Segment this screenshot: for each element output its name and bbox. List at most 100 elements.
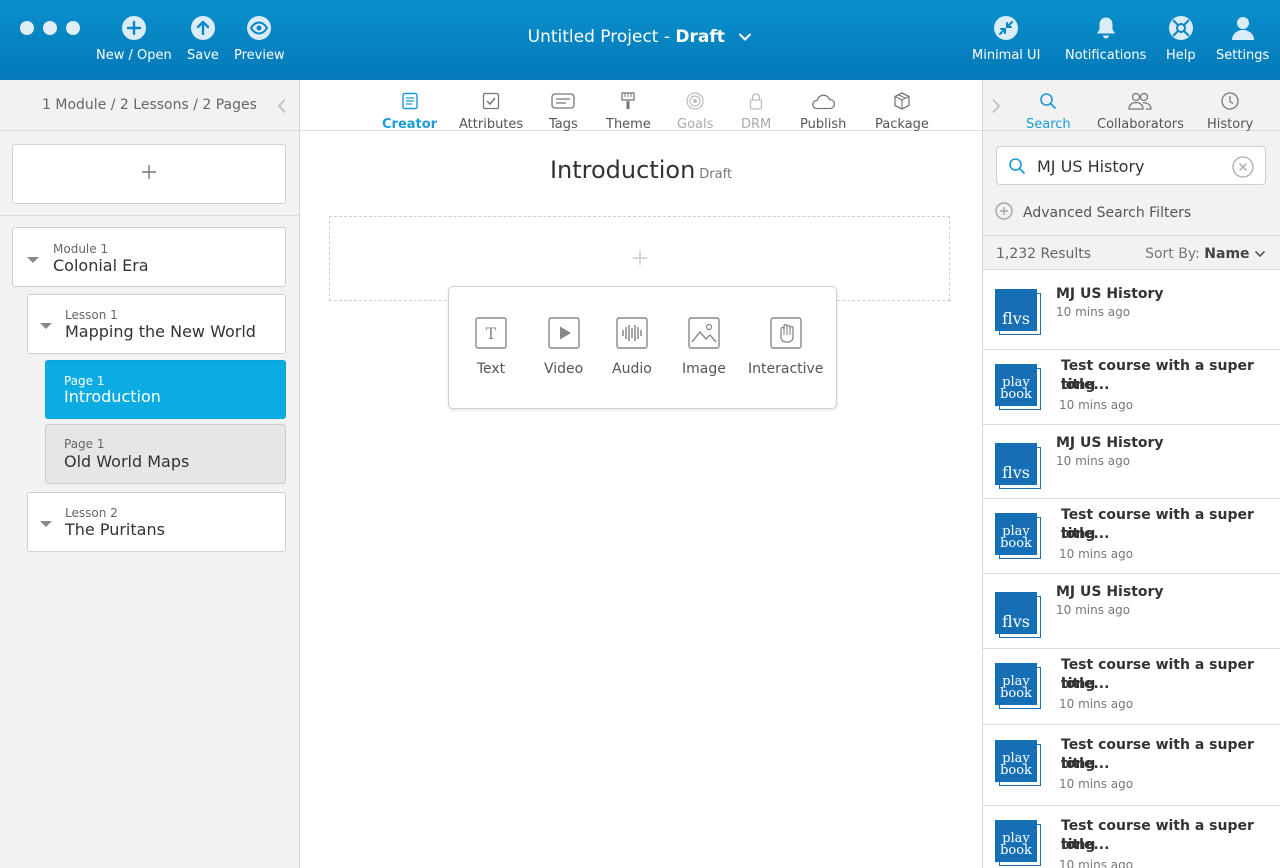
outline-module-colonial-era[interactable]: Module 1 Colonial Era — [12, 227, 286, 287]
result-item[interactable]: play book Test course with a super long t… — [983, 648, 1280, 724]
lock-icon — [749, 91, 763, 111]
minimal-ui-button[interactable]: Minimal UI — [972, 15, 1040, 63]
outline-page-old-world-maps[interactable]: Page 1 Old World Maps — [45, 424, 286, 484]
tab-label: Collaborators — [1097, 117, 1184, 132]
sort-label: Sort By: — [1145, 246, 1200, 262]
tab-goals[interactable]: Goals — [677, 91, 713, 132]
tab-tags[interactable]: Tags — [549, 91, 578, 132]
notifications-label: Notifications — [1065, 48, 1147, 63]
tab-label: Creator — [382, 117, 438, 132]
minimal-ui-icon — [993, 15, 1019, 41]
insert-item-label: Interactive — [748, 361, 824, 377]
right-panel-tabs: Search Collaborators History — [983, 80, 1280, 132]
help-icon — [1168, 15, 1194, 41]
sort-dropdown[interactable]: Sort By: Name — [1145, 246, 1266, 262]
tab-drm[interactable]: DRM — [741, 91, 771, 132]
insert-text-button[interactable]: T Text — [475, 317, 507, 377]
project-status: Draft — [675, 27, 725, 47]
tab-creator[interactable]: Creator — [382, 91, 437, 132]
tab-attributes[interactable]: Attributes — [459, 91, 523, 132]
outline-item-name: The Puritans — [65, 520, 165, 539]
result-title: MJ US History — [1056, 286, 1164, 302]
result-item[interactable]: flvs MJ US History 10 mins ago — [983, 424, 1280, 498]
outline-item-name: Introduction — [64, 387, 161, 406]
result-item[interactable]: play book Test course with a super long t… — [983, 805, 1280, 868]
insert-item-label: Video — [544, 361, 584, 377]
outline-item-kind: Lesson 1 — [65, 308, 118, 322]
tab-label: Attributes — [459, 117, 524, 132]
editor-tabs: Creator Attributes Tags Theme Goals DRM … — [300, 80, 982, 132]
page-title: Introduction — [549, 156, 696, 184]
help-label: Help — [1166, 48, 1196, 63]
search-field[interactable] — [996, 146, 1266, 185]
add-module-button[interactable] — [12, 144, 286, 204]
target-icon — [686, 91, 704, 111]
advanced-search-filters-button[interactable]: Advanced Search Filters — [995, 202, 1191, 224]
result-item[interactable]: play book Test course with a super long t… — [983, 498, 1280, 573]
tab-label: History — [1207, 117, 1254, 132]
outline-item-kind: Module 1 — [53, 242, 109, 256]
tab-collaborators[interactable]: Collaborators — [1097, 91, 1184, 132]
tab-label: Theme — [606, 117, 651, 132]
sort-value: Name — [1204, 246, 1250, 262]
playbook-thumbnail: play book — [995, 663, 1041, 709]
document-icon — [401, 91, 419, 111]
minimal-ui-label: Minimal UI — [972, 48, 1041, 63]
outline-lesson-mapping[interactable]: Lesson 1 Mapping the New World — [27, 294, 286, 354]
result-item[interactable]: flvs MJ US History 10 mins ago — [983, 573, 1280, 648]
paint-brush-icon — [620, 91, 636, 111]
clear-icon[interactable] — [1232, 156, 1254, 182]
insert-image-button[interactable]: Image — [682, 317, 726, 377]
result-time: 10 mins ago — [1056, 305, 1131, 319]
flvs-thumbnail: flvs — [995, 592, 1041, 638]
text-icon: T — [475, 317, 507, 349]
outline-divider — [0, 215, 299, 216]
result-time: 10 mins ago — [1059, 547, 1134, 561]
tab-search[interactable]: Search — [1026, 91, 1071, 132]
tab-package[interactable]: Package — [875, 91, 929, 132]
result-time: 10 mins ago — [1059, 858, 1134, 868]
result-title: title... — [1061, 377, 1110, 393]
tab-label: DRM — [741, 117, 772, 132]
plus-icon — [632, 250, 648, 270]
search-panel: Search Collaborators History Advanced Se… — [982, 80, 1280, 868]
tab-label: Package — [875, 117, 929, 132]
settings-icon — [1230, 15, 1256, 41]
save-label: Save — [187, 48, 219, 63]
tags-icon — [551, 91, 576, 111]
result-item[interactable]: flvs MJ US History 10 mins ago — [983, 269, 1280, 349]
chevron-down-icon[interactable] — [738, 27, 752, 47]
caret-down-icon[interactable] — [27, 257, 39, 263]
caret-down-icon[interactable] — [40, 323, 52, 329]
page-heading: Introduction Draft — [300, 156, 982, 184]
page-status: Draft — [699, 167, 733, 182]
caret-down-icon[interactable] — [40, 521, 52, 527]
advanced-search-label: Advanced Search Filters — [1023, 205, 1192, 221]
tab-theme[interactable]: Theme — [606, 91, 651, 132]
insert-interactive-button[interactable]: Interactive — [748, 317, 823, 377]
editor-panel: Creator Attributes Tags Theme Goals DRM … — [300, 80, 982, 868]
chevron-left-icon[interactable] — [277, 98, 287, 118]
playbook-thumbnail: play book — [995, 364, 1041, 410]
result-item[interactable]: play book Test course with a super long t… — [983, 349, 1280, 424]
notifications-button[interactable]: Notifications — [1065, 15, 1146, 63]
insert-item-label: Text — [476, 361, 506, 377]
tab-publish[interactable]: Publish — [800, 91, 846, 132]
chevron-down-icon — [1254, 246, 1266, 262]
outline-item-kind: Lesson 2 — [65, 506, 118, 520]
help-button[interactable]: Help — [1166, 15, 1196, 63]
search-input[interactable] — [1037, 155, 1227, 177]
result-item[interactable]: play book Test course with a super long t… — [983, 724, 1280, 805]
chevron-right-icon[interactable] — [991, 98, 1001, 118]
package-icon — [893, 91, 911, 111]
result-title: MJ US History — [1056, 435, 1164, 451]
outline-page-introduction[interactable]: Page 1 Introduction — [45, 360, 286, 419]
outline-header: 1 Module / 2 Lessons / 2 Pages — [0, 80, 299, 131]
insert-video-button[interactable]: Video — [544, 317, 583, 377]
outline-lesson-puritans[interactable]: Lesson 2 The Puritans — [27, 492, 286, 552]
tab-history[interactable]: History — [1207, 91, 1253, 132]
tab-label: Goals — [677, 117, 714, 132]
insert-audio-button[interactable]: Audio — [612, 317, 652, 377]
settings-button[interactable]: Settings — [1216, 15, 1269, 63]
insert-item-label: Image — [682, 361, 726, 377]
